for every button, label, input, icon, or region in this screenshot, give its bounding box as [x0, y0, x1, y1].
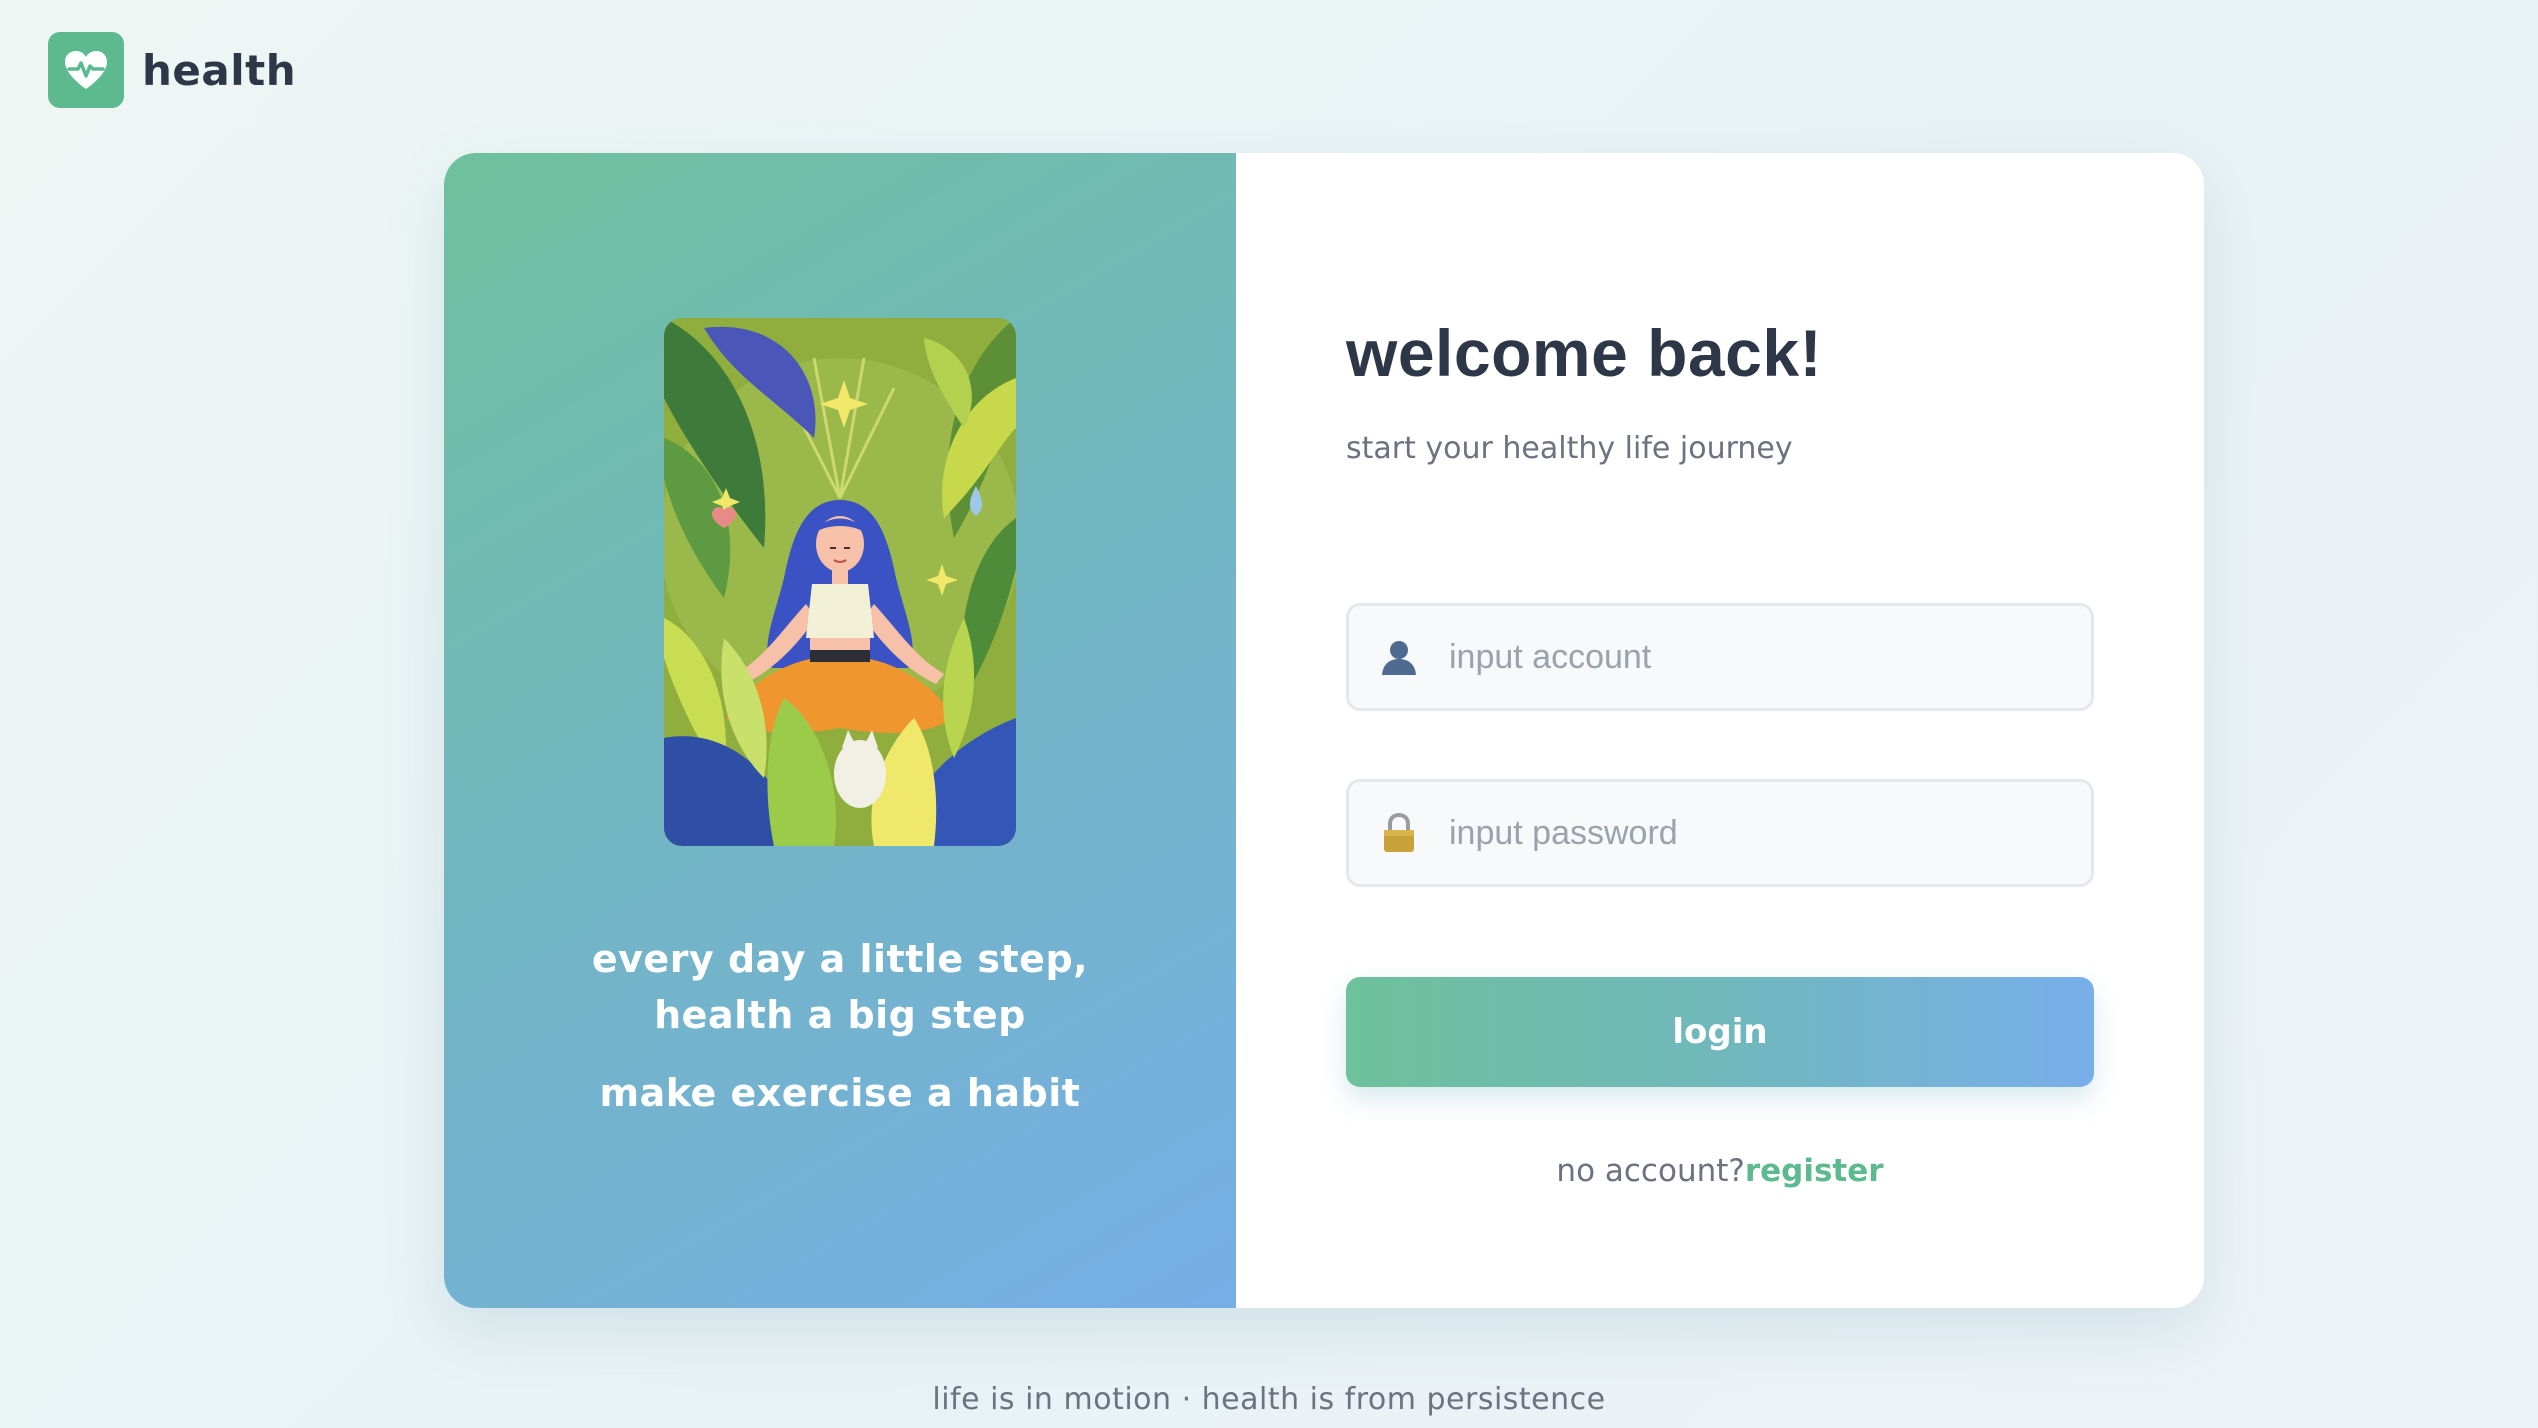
user-icon — [1349, 637, 1449, 677]
register-prompt: no account?register — [1346, 1153, 2094, 1189]
login-button[interactable]: login — [1346, 977, 2094, 1087]
meditating-woman-jungle-illustration — [664, 318, 1016, 846]
page-subtitle: start your healthy life journey — [1346, 431, 1793, 466]
slogan-secondary: make exercise a habit — [599, 1071, 1081, 1115]
password-input[interactable] — [1449, 782, 2091, 884]
register-link[interactable]: register — [1745, 1153, 1884, 1189]
password-field[interactable] — [1346, 779, 2094, 887]
register-prompt-text: no account? — [1556, 1153, 1745, 1189]
footer-tagline: life is in motion · health is from persi… — [932, 1382, 1606, 1417]
brand-name: health — [142, 45, 297, 95]
showcase-panel: every day a little step, health a big st… — [444, 153, 1236, 1308]
account-field[interactable] — [1346, 603, 2094, 711]
login-card: every day a little step, health a big st… — [444, 153, 2204, 1308]
page-title: welcome back! — [1346, 316, 1823, 390]
account-input[interactable] — [1449, 606, 2091, 708]
slogan-primary: every day a little step, health a big st… — [591, 937, 1089, 1037]
heart-pulse-icon — [48, 32, 124, 108]
lock-icon — [1349, 813, 1449, 853]
login-form-panel: welcome back! start your healthy life jo… — [1236, 153, 2204, 1308]
brand-logo[interactable]: health — [48, 32, 296, 108]
